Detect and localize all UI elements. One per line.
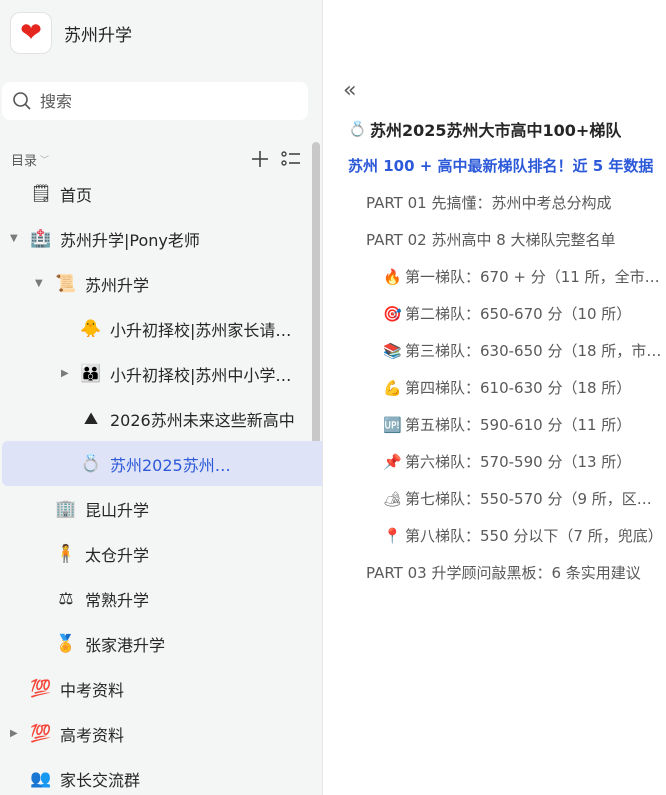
outline-item[interactable]: 🎯 第二梯队：650-670 分（10 所） xyxy=(323,295,666,332)
caret-down-icon[interactable]: ▼ xyxy=(10,233,18,244)
chick-icon: 🐥 xyxy=(80,318,102,339)
tree-item-label: 太仓升学 xyxy=(85,545,150,565)
ring-icon: 💍 xyxy=(348,119,367,138)
tree-item-label: 苏州升学 xyxy=(85,275,150,295)
hundred-icon: 💯 xyxy=(30,678,52,699)
outline-item[interactable]: 🔥 第一梯队：670 + 分（11 所，全市顶尖） xyxy=(323,258,666,295)
tree-item[interactable]: ⚖ 常熟升学 xyxy=(0,576,312,621)
tree-item-label: 常熟升学 xyxy=(85,590,150,610)
outline-item[interactable]: 💪 第四梯队：610-630 分（18 所） xyxy=(323,369,666,406)
scroll-icon: 📜 xyxy=(55,273,77,294)
hundred-icon: 💯 xyxy=(30,723,52,744)
toc-label: 目录 xyxy=(11,153,38,169)
target-icon: 🎯 xyxy=(383,304,402,323)
fire-icon: 🔥 xyxy=(383,267,402,286)
tree-item[interactable]: ⛰ 2026苏州未来这些新高中 xyxy=(0,396,312,441)
outline-item-text: 第四梯队：610-630 分（18 所） xyxy=(405,379,632,397)
tree-item[interactable]: 💯 中考资料 xyxy=(0,666,312,711)
pin-icon: 📌 xyxy=(383,452,402,471)
tree-item[interactable]: 🏢 昆山升学 xyxy=(0,486,312,531)
caret-down-icon[interactable]: ▼ xyxy=(35,278,43,289)
mountain-icon: ⛰ xyxy=(83,408,99,429)
caret-right-icon[interactable]: ▶ xyxy=(61,368,69,379)
search-icon xyxy=(13,92,31,110)
tree-item[interactable]: 💍苏州2025苏州大市高中100+梯队+⋯ xyxy=(2,441,322,486)
people-icon: 👥 xyxy=(30,768,52,789)
outline-item-text: PART 03 升学顾问敲黑板：6 条实用建议 xyxy=(366,564,641,582)
outline-item[interactable]: 📌 第六梯队：570-590 分（13 所） xyxy=(323,443,666,480)
tree-item-label: 小升初择校|苏州家长请收好这份清单 xyxy=(110,320,305,340)
hospital-icon: 🏥 xyxy=(30,228,52,249)
chevron-down-icon[interactable]: ﹀ xyxy=(40,153,49,166)
tree-item[interactable]: ▶ 👪 小升初择校|苏州中小学家长必看 xyxy=(0,351,312,396)
up-icon: 🆙 xyxy=(383,415,402,434)
list-settings-icon[interactable] xyxy=(281,150,301,168)
scales-icon: ⚖ xyxy=(58,588,74,609)
collapse-outline-icon[interactable]: ‹‹ xyxy=(343,78,356,103)
outline-item-text: 第三梯队：630-650 分（18 所，市区强校） xyxy=(405,342,666,360)
outline-item-text: PART 01 先搞懂：苏州中考总分构成 xyxy=(366,194,612,212)
outline-item[interactable]: PART 01 先搞懂：苏州中考总分构成 xyxy=(323,184,666,221)
outline-item[interactable]: 📚第三梯队：630-650 分（18 所，市区强校） xyxy=(323,332,666,369)
add-icon[interactable] xyxy=(251,150,269,168)
tree-item-label: 首页 xyxy=(60,185,93,205)
outline-item-text: 第五梯队：590-610 分（11 所） xyxy=(405,416,632,434)
tree-item-label: 小升初择校|苏州中小学家长必看 xyxy=(110,365,305,385)
doc-tree: 🗒 首页 ▼ 🏥 苏州升学|Pony老师 ▼ 📜 苏州升学 🐥 小升初择校|苏州家长请收好这份清单… xyxy=(0,171,322,795)
tree-item[interactable]: ▼ 🏥 苏州升学|Pony老师 xyxy=(0,216,312,261)
outline-item-text: 第八梯队：550 分以下（7 所，兜底） xyxy=(405,527,663,545)
tree-item[interactable]: ▶ 💯 高考资料 xyxy=(0,711,312,756)
brand[interactable]: ❤ 苏州升学 xyxy=(10,12,132,54)
page-icon: 🗒 xyxy=(30,183,52,204)
outline-item-text: 苏州2025苏州大市高中100+梯队 xyxy=(370,120,622,140)
outline-item-text: 第六梯队：570-590 分（13 所） xyxy=(405,453,632,471)
outline-item[interactable]: 🏕 第七梯队：550-570 分（9 所，区县） xyxy=(323,480,666,517)
outline-item[interactable]: PART 03 升学顾问敲黑板：6 条实用建议 xyxy=(323,554,666,591)
outline-item-text: 苏州 100 + 高中最新梯队排名！近 5 年数据 xyxy=(348,157,654,175)
toc-header: 目录 ﹀ xyxy=(11,148,301,170)
person-icon: 🧍 xyxy=(55,543,77,564)
outline-item[interactable]: PART 02 苏州高中 8 大梯队完整名单 xyxy=(323,221,666,258)
outline-item-text: 第二梯队：650-670 分（10 所） xyxy=(405,305,632,323)
outline-item-text: PART 02 苏州高中 8 大梯队完整名单 xyxy=(366,231,616,249)
tree-item-label: 中考资料 xyxy=(60,680,125,700)
heart-icon: ❤ xyxy=(10,12,52,54)
tree-item-label: 张家港升学 xyxy=(85,635,166,655)
outline-list: 💍 苏州2025苏州大市高中100+梯队苏州 100 + 高中最新梯队排名！近 5… xyxy=(323,110,666,591)
search-input[interactable] xyxy=(38,90,282,112)
tree-item-label: 昆山升学 xyxy=(85,500,150,520)
tree-item[interactable]: 🐥 小升初择校|苏州家长请收好这份清单 xyxy=(0,306,312,351)
sidebar: ❤ 苏州升学 目录 ﹀ 🗒首页▼🏥苏州升学|Pony老师▼📜苏州升学🐥小升初择 xyxy=(0,0,323,795)
family-icon: 👪 xyxy=(80,363,102,384)
building-icon: 🏢 xyxy=(55,498,77,519)
main-panel: ‹‹ 💍 苏州2025苏州大市高中100+梯队苏州 100 + 高中最新梯队排名！… xyxy=(323,0,666,795)
tree-item-label: 苏州2025苏州大市高中100+梯队 xyxy=(110,455,238,475)
medal-icon: 🏅 xyxy=(55,633,77,654)
tree-item-label: 2026苏州未来这些新高中 xyxy=(110,410,295,430)
camp-icon: 🏕 xyxy=(383,489,403,508)
app-name: 苏州升学 xyxy=(64,25,132,46)
round-pin-icon: 📍 xyxy=(383,526,402,545)
outline-item-text: 第一梯队：670 + 分（11 所，全市顶尖） xyxy=(405,268,666,286)
outline-item[interactable]: 🆙 第五梯队：590-610 分（11 所） xyxy=(323,406,666,443)
outline-item[interactable]: 💍 苏州2025苏州大市高中100+梯队 xyxy=(323,110,666,147)
outline-item[interactable]: 苏州 100 + 高中最新梯队排名！近 5 年数据 xyxy=(323,147,666,184)
tree-item-label: 高考资料 xyxy=(60,725,125,745)
outline-item-text: 第七梯队：550-570 分（9 所，区县） xyxy=(405,490,666,508)
tree-item[interactable]: ▼ 📜 苏州升学 xyxy=(0,261,312,306)
tree-item-label: 家长交流群 xyxy=(60,770,141,790)
tree-item[interactable]: 🧍 太仓升学 xyxy=(0,531,312,576)
tree-item[interactable]: 👥 家长交流群 xyxy=(0,756,312,795)
books-icon: 📚 xyxy=(383,341,402,360)
caret-right-icon[interactable]: ▶ xyxy=(10,728,18,739)
tree-item[interactable]: 🗒 首页 xyxy=(0,171,312,216)
muscle-icon: 💪 xyxy=(383,378,402,397)
tree-item-label: 苏州升学|Pony老师 xyxy=(60,230,200,250)
tree-item[interactable]: 🏅 张家港升学 xyxy=(0,621,312,666)
search-box[interactable] xyxy=(2,82,308,120)
ring-icon: 💍 xyxy=(80,453,102,474)
sidebar-scrollbar[interactable] xyxy=(312,142,320,468)
outline-item[interactable]: 📍 第八梯队：550 分以下（7 所，兜底） xyxy=(323,517,666,554)
